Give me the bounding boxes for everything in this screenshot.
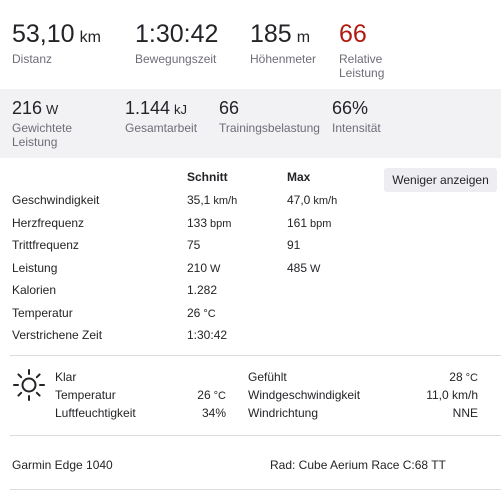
wind-direction-value: NNE [452, 406, 478, 420]
feels-like-value: 28 °C [449, 370, 478, 384]
row-max: 47,0 km/h [287, 193, 338, 207]
weather-condition: Klar [55, 370, 77, 384]
row-label: Temperatur [12, 306, 73, 320]
weather-temperature-label: Temperatur [55, 388, 116, 402]
intensity-label: Intensität [332, 121, 381, 135]
row-average: 1:30:42 [187, 328, 228, 342]
row-average: 75 [187, 238, 201, 252]
row-average: 26 °C [187, 306, 216, 320]
total-work-label: Gesamtarbeit [125, 121, 198, 135]
column-header-average: Schnitt [187, 170, 228, 184]
distance-label: Distanz [12, 52, 53, 66]
distance-value: 53,10 km [12, 20, 101, 48]
row-label: Verstrichene Zeit [12, 328, 103, 342]
row-label: Leistung [12, 261, 58, 275]
wind-speed-label: Windgeschwindigkeit [248, 388, 361, 402]
relative-effort-label: Relative Leistung [339, 52, 385, 80]
divider [10, 435, 501, 436]
row-average: 1.282 [187, 283, 218, 297]
elevation-label: Höhenmeter [250, 52, 317, 66]
row-max: 161 bpm [287, 216, 332, 230]
weighted-power-value: 216 W [12, 98, 59, 118]
wind-speed-value: 11,0 km/h [426, 388, 478, 402]
device-name: Garmin Edge 1040 [12, 458, 113, 472]
bike-name[interactable]: Rad: Cube Aerium Race C:68 TT [270, 458, 446, 472]
row-label: Kalorien [12, 283, 57, 297]
row-average: 210 W [187, 261, 221, 275]
feels-like-label: Gefühlt [248, 370, 287, 384]
moving-time-value: 1:30:42 [135, 20, 219, 48]
show-less-button[interactable]: Weniger anzeigen [384, 168, 497, 192]
weather-temperature-value: 26 °C [197, 388, 226, 402]
row-label: Geschwindigkeit [12, 193, 100, 207]
weighted-power-label: Gewichtete Leistung [12, 121, 73, 149]
row-average: 133 bpm [187, 216, 232, 230]
sun-icon [12, 368, 46, 402]
row-label: Trittfrequenz [12, 238, 79, 252]
relative-effort-value: 66 [339, 20, 367, 48]
divider [10, 355, 501, 356]
column-header-max: Max [287, 170, 311, 184]
row-max: 91 [287, 238, 301, 252]
moving-time-label: Bewegungszeit [135, 52, 217, 66]
row-average: 35,1 km/h [187, 193, 238, 207]
row-label: Herzfrequenz [12, 216, 85, 230]
elevation-value: 185 m [250, 20, 311, 48]
wind-direction-label: Windrichtung [248, 406, 319, 420]
training-load-label: Trainingsbelastung [219, 121, 320, 135]
row-max: 485 W [287, 261, 321, 275]
weather-humidity-value: 34% [201, 406, 226, 420]
weather-humidity-label: Luftfeuchtigkeit [55, 406, 136, 420]
training-load-value: 66 [219, 98, 240, 118]
divider [10, 489, 501, 490]
total-work-value: 1.144 kJ [125, 98, 188, 118]
intensity-value: 66% [332, 98, 369, 118]
